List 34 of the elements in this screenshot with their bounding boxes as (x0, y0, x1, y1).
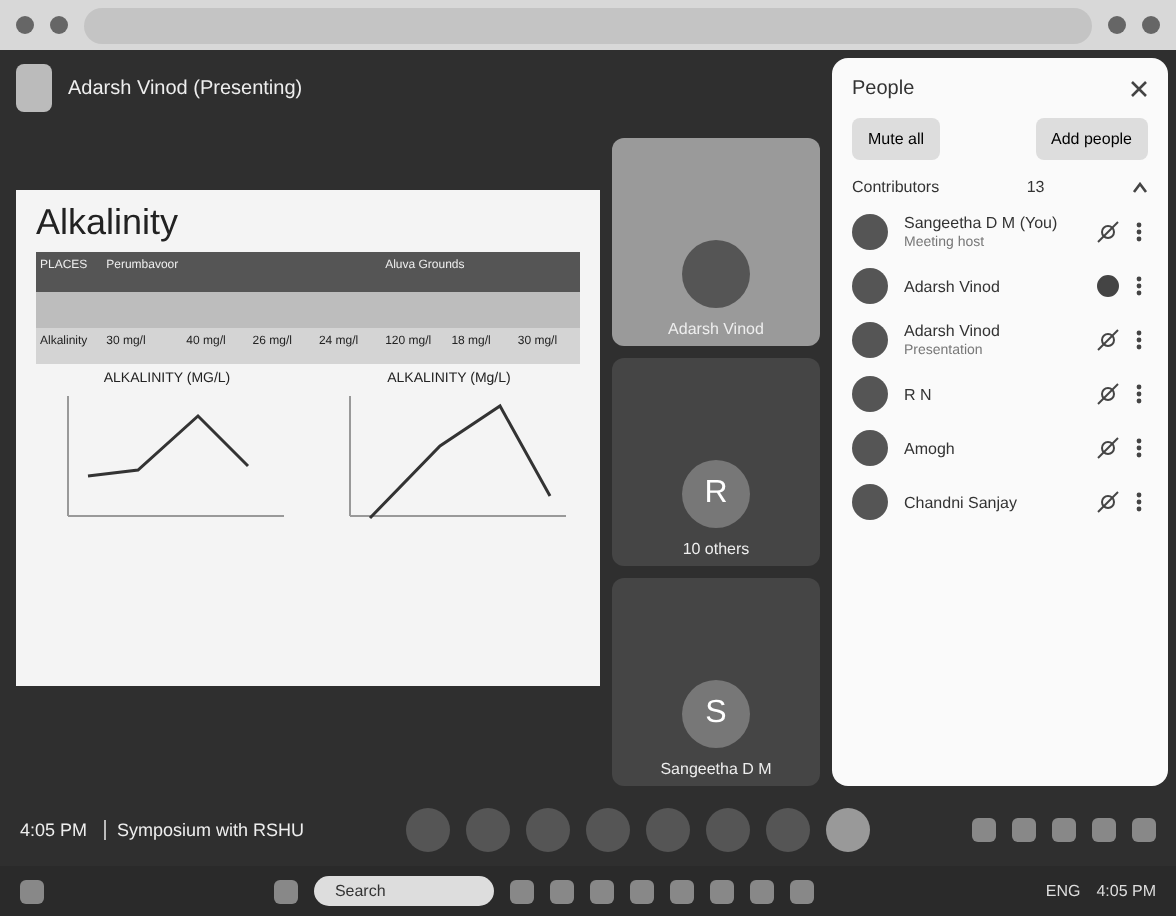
member-name: Sangeetha D M (You) (904, 214, 1060, 232)
add-people-button[interactable]: Add people (1035, 118, 1148, 160)
member-name: Adarsh Vinod (904, 277, 1002, 295)
chevron-icon[interactable] (1131, 181, 1148, 193)
avatar (852, 376, 888, 412)
avatar (852, 484, 888, 520)
language-indicator: ENG (1045, 882, 1081, 900)
avatar (852, 268, 888, 304)
avatar: S (682, 680, 750, 748)
section-label: Contributors (852, 178, 940, 196)
meeting-time: 4:05 PM (20, 820, 88, 840)
avatar (852, 322, 888, 358)
member-name: Chandni Sanjay (904, 493, 1019, 511)
table-cell (36, 292, 103, 328)
participant-name: Sangeetha D M (660, 760, 772, 778)
meeting-title: Symposium with RSHU (103, 820, 305, 840)
avatar (852, 214, 888, 250)
presenter-label: Adarsh Vinod (Presenting) (68, 77, 303, 99)
member-name: Adarsh Vinod (904, 322, 1002, 340)
participant-name: Adarsh Vinod (668, 320, 764, 338)
table-cell (513, 292, 580, 328)
participant-name: 10 others (682, 540, 750, 558)
slide-title: Alkalinity (36, 202, 181, 244)
group-avatar: R (682, 460, 750, 528)
clock: 4:05 PM (1096, 882, 1157, 900)
member-count: 13 (1026, 178, 1045, 196)
mute-all-button[interactable]: Mute all (852, 118, 941, 160)
search-field[interactable]: Search (314, 876, 495, 906)
close-icon[interactable] (1130, 80, 1148, 98)
member-name: R N (904, 385, 934, 403)
end-call-button[interactable] (826, 808, 871, 852)
avatar (852, 430, 888, 466)
panel-title: People (852, 78, 915, 100)
member-name: Amogh (904, 439, 957, 457)
